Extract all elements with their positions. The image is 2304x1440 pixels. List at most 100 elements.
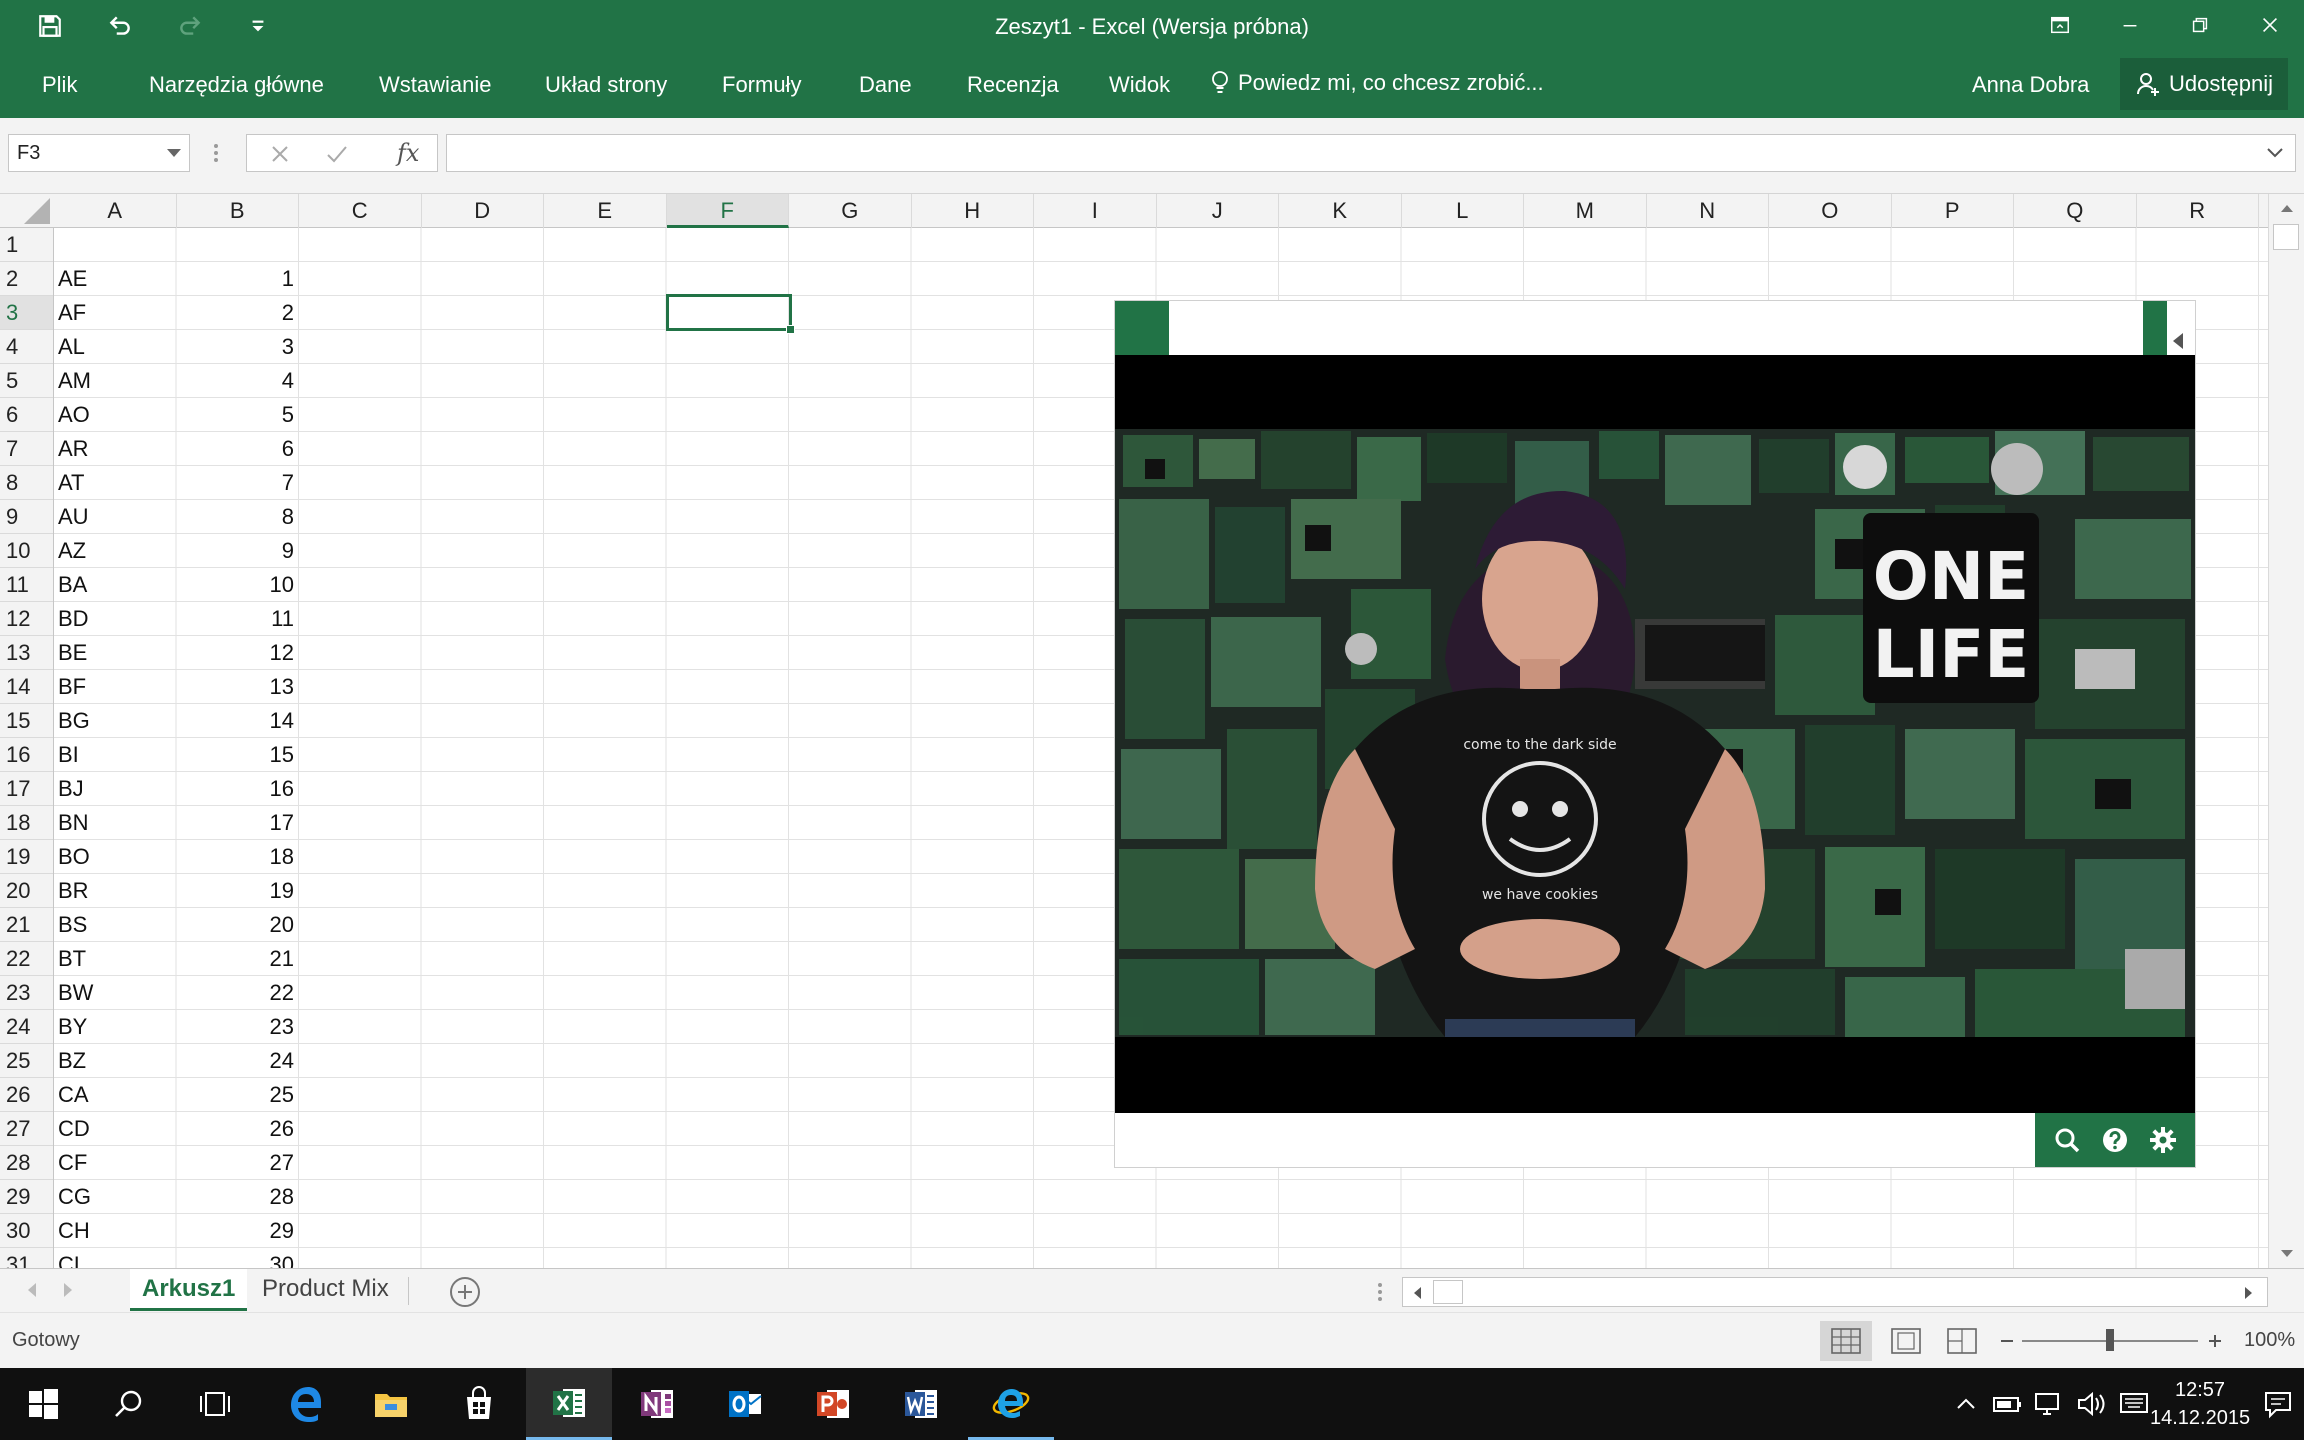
column-header-j[interactable]: J <box>1157 194 1279 228</box>
cell-b4[interactable]: 3 <box>176 330 294 364</box>
cell-a4[interactable]: AL <box>58 330 85 364</box>
column-header-m[interactable]: M <box>1524 194 1647 228</box>
action-center-icon[interactable] <box>2262 1388 2294 1420</box>
search-icon[interactable] <box>2053 1126 2081 1154</box>
horizontal-scrollbar[interactable] <box>1402 1277 2268 1307</box>
row-header-5[interactable]: 5 <box>0 364 53 398</box>
cell-a23[interactable]: BW <box>58 976 93 1010</box>
outlook-taskbar-button[interactable] <box>702 1368 788 1440</box>
zoom-level[interactable]: 100% <box>2244 1329 2295 1352</box>
battery-icon[interactable] <box>1990 1386 2026 1422</box>
cell-a9[interactable]: AU <box>58 500 89 534</box>
edge-browser-button[interactable] <box>262 1368 348 1440</box>
row-header-17[interactable]: 17 <box>0 772 53 806</box>
cell-b15[interactable]: 14 <box>176 704 294 738</box>
keyboard-language-icon[interactable] <box>2116 1386 2152 1422</box>
row-header-29[interactable]: 29 <box>0 1180 53 1214</box>
row-header-20[interactable]: 20 <box>0 874 53 908</box>
help-icon[interactable] <box>2101 1126 2129 1154</box>
column-header-c[interactable]: C <box>299 194 422 228</box>
file-explorer-button[interactable] <box>348 1368 434 1440</box>
column-header-e[interactable]: E <box>544 194 667 228</box>
name-box[interactable]: F3 <box>8 134 190 172</box>
word-taskbar-button[interactable] <box>878 1368 964 1440</box>
zoom-slider-thumb[interactable] <box>2106 1329 2114 1351</box>
cell-a28[interactable]: CF <box>58 1146 87 1180</box>
cell-a6[interactable]: AO <box>58 398 90 432</box>
column-header-q[interactable]: Q <box>2014 194 2137 228</box>
cell-a18[interactable]: BN <box>58 806 89 840</box>
user-name[interactable]: Anna Dobra <box>1972 72 2089 98</box>
cell-a11[interactable]: BA <box>58 568 87 602</box>
cell-b7[interactable]: 6 <box>176 432 294 466</box>
start-button[interactable] <box>0 1368 86 1440</box>
cell-b9[interactable]: 8 <box>176 500 294 534</box>
column-header-b[interactable]: B <box>177 194 299 228</box>
column-header-o[interactable]: O <box>1769 194 1892 228</box>
cell-b8[interactable]: 7 <box>176 466 294 500</box>
row-header-1[interactable]: 1 <box>0 228 53 262</box>
cancel-icon[interactable] <box>269 143 291 165</box>
cell-b27[interactable]: 26 <box>176 1112 294 1146</box>
tab-split-handle-icon[interactable] <box>1376 1281 1384 1303</box>
cell-a3[interactable]: AF <box>58 296 86 330</box>
column-header-n[interactable]: N <box>1647 194 1769 228</box>
cell-b14[interactable]: 13 <box>176 670 294 704</box>
video-player[interactable]: ONE LIFE come to the dark side we have c… <box>1115 355 2195 1113</box>
cell-a15[interactable]: BG <box>58 704 90 738</box>
cell-b6[interactable]: 5 <box>176 398 294 432</box>
column-header-p[interactable]: P <box>1892 194 2014 228</box>
resize-handle-icon[interactable] <box>212 142 220 164</box>
cell-a21[interactable]: BS <box>58 908 87 942</box>
cell-a5[interactable]: AM <box>58 364 91 398</box>
next-sheet-icon[interactable] <box>64 1283 72 1297</box>
cell-b12[interactable]: 11 <box>176 602 294 636</box>
row-header-31[interactable]: 31 <box>0 1248 53 1268</box>
row-header-6[interactable]: 6 <box>0 398 53 432</box>
system-clock[interactable]: 12:57 14.12.2015 <box>2150 1376 2250 1432</box>
cell-b22[interactable]: 21 <box>176 942 294 976</box>
restore-button[interactable] <box>2166 0 2234 50</box>
tab-data[interactable]: Dane <box>859 72 912 98</box>
cell-a2[interactable]: AE <box>58 262 87 296</box>
cell-a30[interactable]: CH <box>58 1214 90 1248</box>
zoom-in-icon[interactable] <box>2208 1334 2222 1348</box>
cell-a7[interactable]: AR <box>58 432 89 466</box>
active-cell-f3[interactable] <box>666 294 795 334</box>
cell-b2[interactable]: 1 <box>176 262 294 296</box>
cell-a27[interactable]: CD <box>58 1112 90 1146</box>
row-header-4[interactable]: 4 <box>0 330 53 364</box>
cell-a17[interactable]: BJ <box>58 772 84 806</box>
chevron-down-icon[interactable] <box>167 149 181 157</box>
row-header-11[interactable]: 11 <box>0 568 53 602</box>
close-button[interactable] <box>2236 0 2304 50</box>
tab-home[interactable]: Narzędzia główne <box>149 72 324 98</box>
row-header-8[interactable]: 8 <box>0 466 53 500</box>
cell-b30[interactable]: 29 <box>176 1214 294 1248</box>
gear-icon[interactable] <box>2149 1126 2177 1154</box>
cell-a24[interactable]: BY <box>58 1010 87 1044</box>
column-header-i[interactable]: I <box>1034 194 1157 228</box>
cell-b20[interactable]: 19 <box>176 874 294 908</box>
row-header-9[interactable]: 9 <box>0 500 53 534</box>
cell-b5[interactable]: 4 <box>176 364 294 398</box>
formula-input[interactable] <box>446 134 2296 172</box>
store-button[interactable] <box>436 1368 522 1440</box>
column-header-h[interactable]: H <box>912 194 1034 228</box>
enter-check-icon[interactable] <box>325 143 349 165</box>
insert-function-button[interactable]: fx <box>397 139 419 167</box>
row-header-7[interactable]: 7 <box>0 432 53 466</box>
column-header-r[interactable]: R <box>2137 194 2259 228</box>
row-header-10[interactable]: 10 <box>0 534 53 568</box>
cell-b16[interactable]: 15 <box>176 738 294 772</box>
vertical-scrollbar[interactable] <box>2268 194 2304 1268</box>
cell-a19[interactable]: BO <box>58 840 90 874</box>
tab-view[interactable]: Widok <box>1109 72 1170 98</box>
task-view-button[interactable] <box>172 1368 258 1440</box>
minimize-button[interactable] <box>2096 0 2164 50</box>
row-header-26[interactable]: 26 <box>0 1078 53 1112</box>
cell-b31[interactable]: 30 <box>176 1248 294 1268</box>
row-header-18[interactable]: 18 <box>0 806 53 840</box>
row-header-25[interactable]: 25 <box>0 1044 53 1078</box>
row-header-3[interactable]: 3 <box>0 296 53 330</box>
